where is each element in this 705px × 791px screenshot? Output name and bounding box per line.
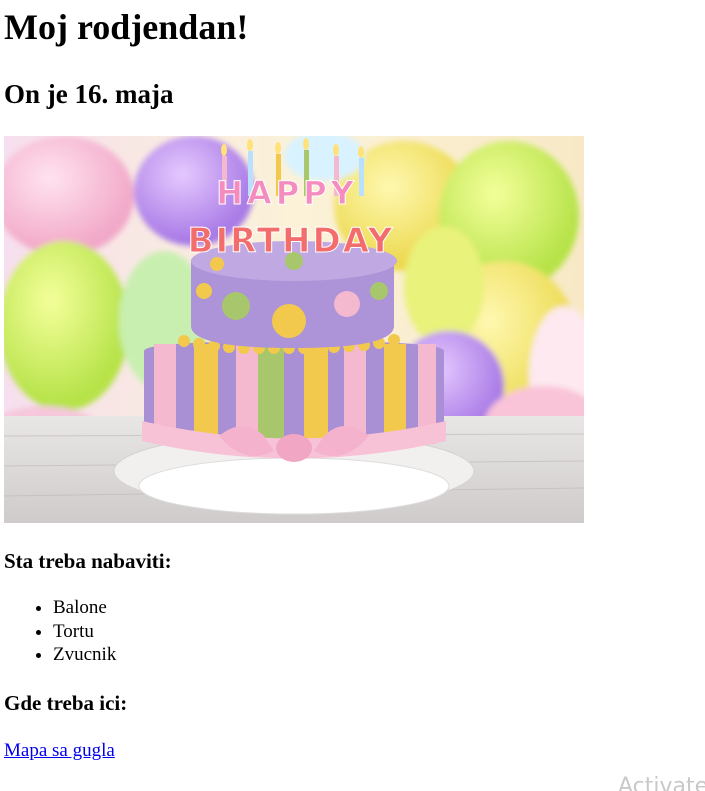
list-item: Balone bbox=[53, 596, 116, 620]
shopping-heading: Sta treba nabaviti: bbox=[4, 549, 172, 573]
birthday-cake-image: HAPPY BIRTHDAY bbox=[4, 136, 584, 523]
map-link[interactable]: Mapa sa gugla bbox=[4, 739, 115, 763]
list-item: Zvucnik bbox=[53, 643, 116, 667]
shopping-list: Balone Tortu Zvucnik bbox=[4, 596, 116, 667]
location-heading: Gde treba ici: bbox=[4, 691, 128, 715]
list-item: Tortu bbox=[53, 620, 116, 644]
cake-happy-text: HAPPY bbox=[216, 174, 358, 212]
page-subtitle: On je 16. maja bbox=[4, 79, 174, 109]
cake-birthday-text: BIRTHDAY bbox=[188, 221, 395, 261]
page-title: Moj rodjendan! bbox=[4, 7, 249, 47]
activate-watermark: Activate bbox=[618, 774, 705, 791]
